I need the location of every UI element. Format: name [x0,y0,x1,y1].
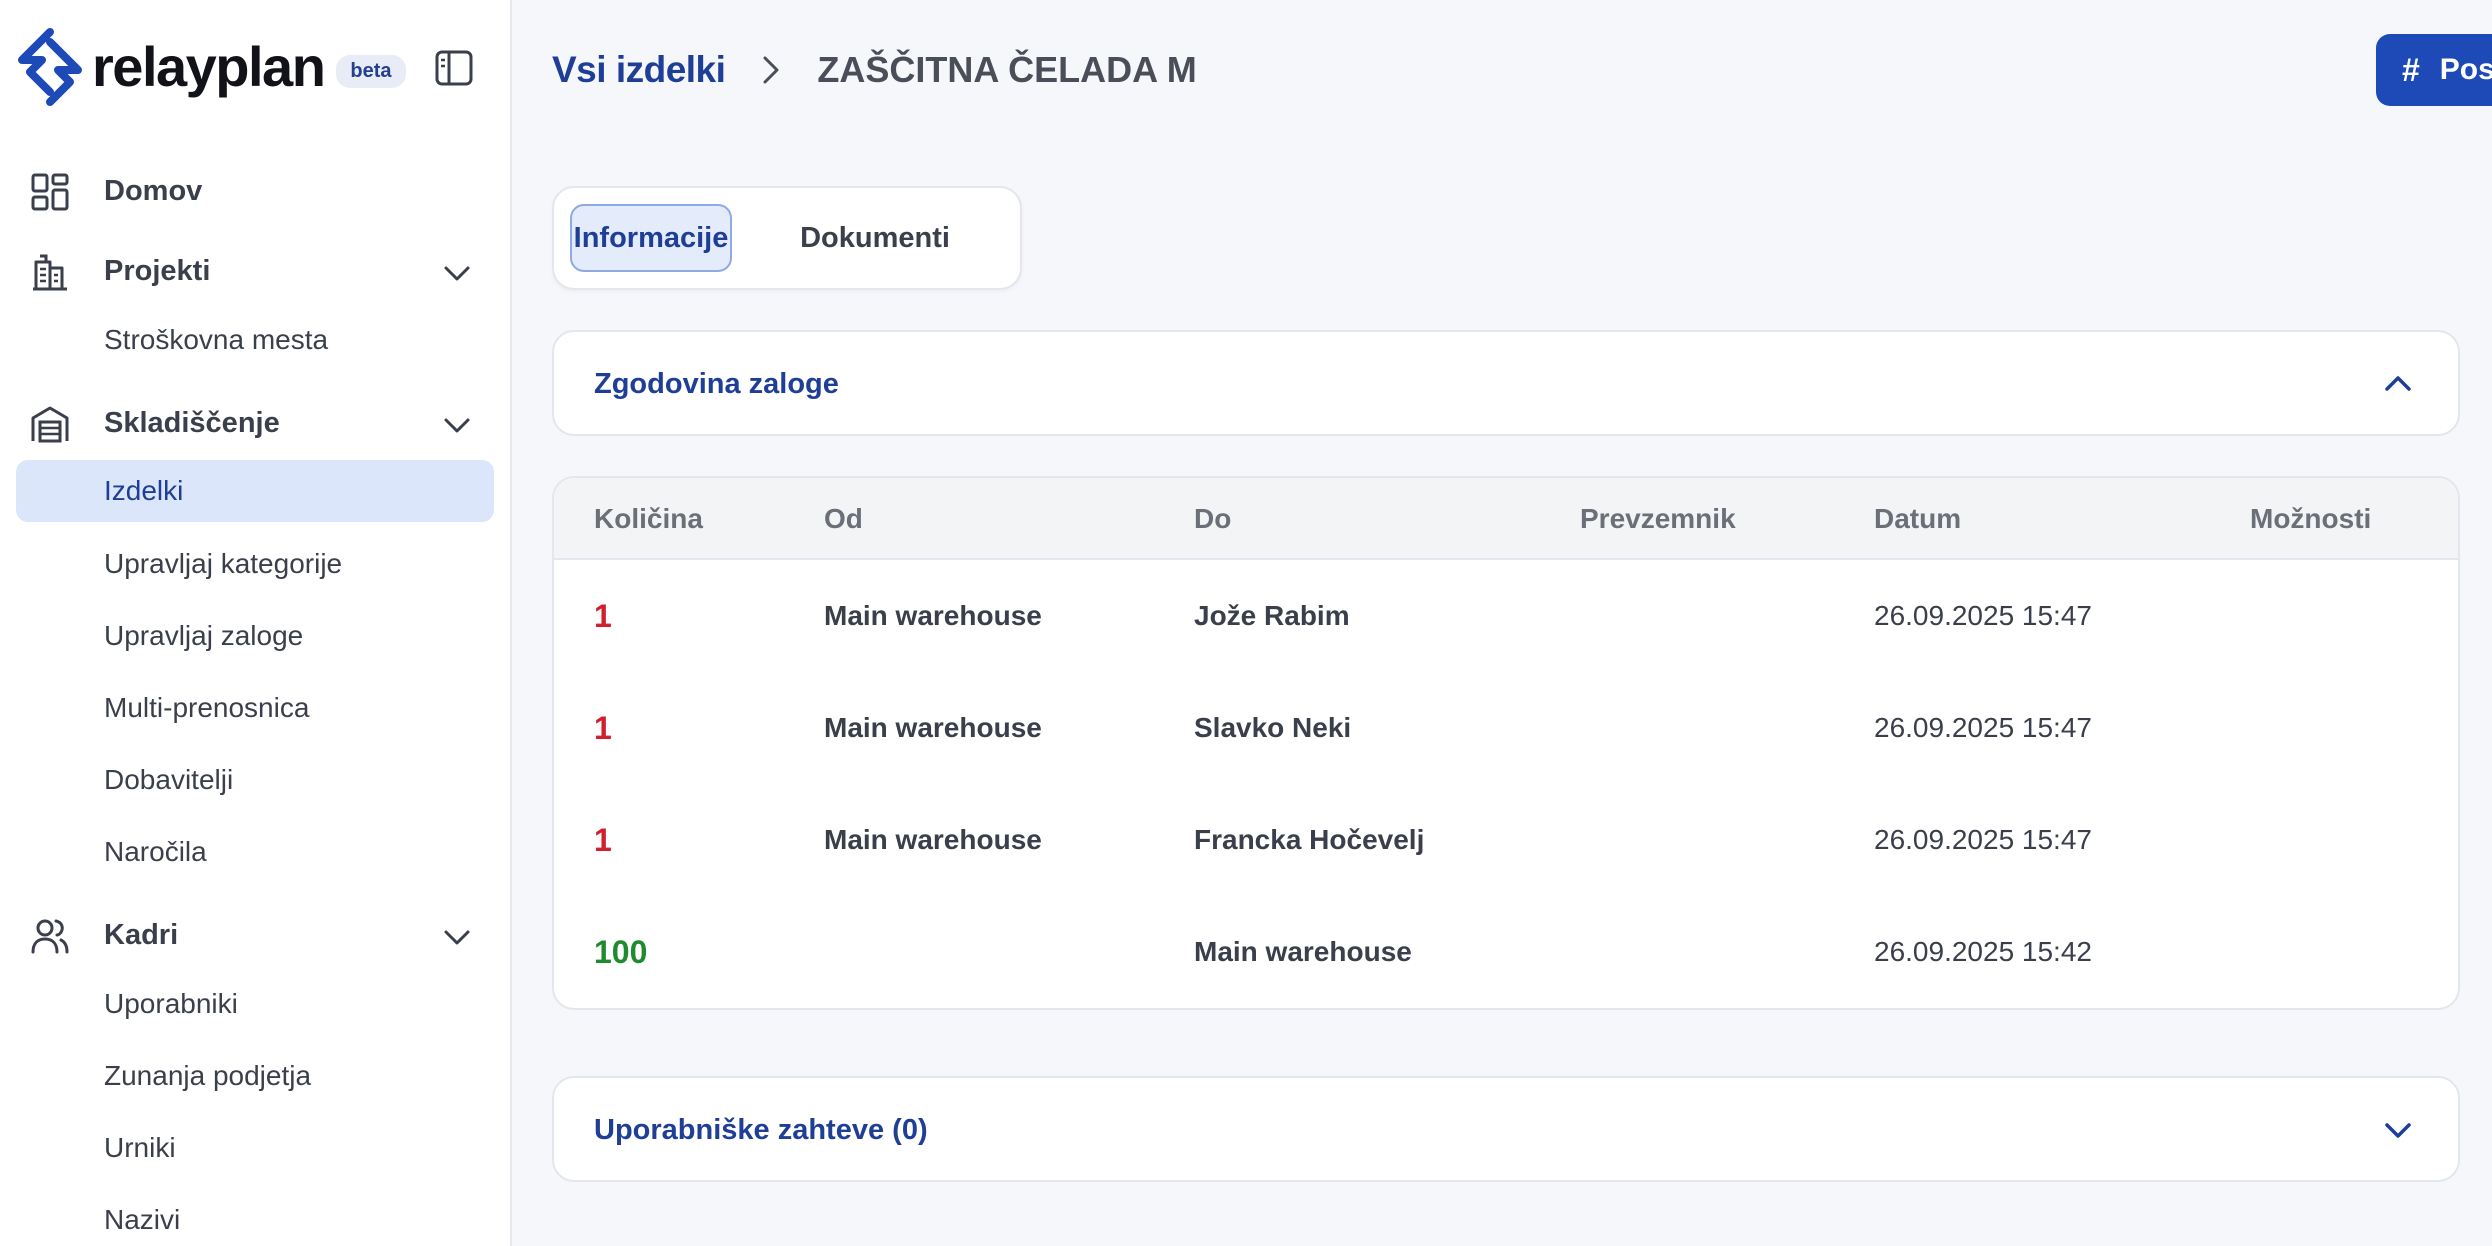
column-header-kolicina[interactable]: Količina [594,478,703,560]
top-action-button[interactable]: # Pos [2376,34,2492,106]
sidebar-item-label: Domov [104,174,203,207]
sidebar-item-narocila[interactable]: Naročila [104,821,207,883]
sidebar-item-domov[interactable]: Domov [0,156,512,226]
sidebar-item-label: Skladiščenje [104,406,280,439]
row-date: 26.09.2025 15:47 [1874,600,2092,631]
chevron-right-icon [763,56,779,84]
user-requests-panel: Uporabniške zahteve (0) [552,1076,2460,1182]
sidebar-item-label: Projekti [104,254,211,287]
sidebar-item-skladiscenje[interactable]: Skladiščenje [0,388,512,458]
table-row[interactable]: 1 Main warehouse Francka Hočevelj 26.09.… [554,784,2458,896]
sidebar: relayplan beta Domov Projekti Stroškovna… [0,0,512,1246]
column-header-datum[interactable]: Datum [1874,478,1961,560]
row-date: 26.09.2025 15:47 [1874,824,2092,855]
sidebar-item-upravljaj-zaloge[interactable]: Upravljaj zaloge [104,605,303,667]
chevron-down-icon[interactable] [440,408,474,442]
sidebar-item-izdelki-label[interactable]: Izdelki [104,460,183,522]
row-to: Slavko Neki [1194,712,1352,743]
row-quantity: 1 [594,709,612,746]
column-header-do[interactable]: Do [1194,478,1231,560]
table-header: Količina Od Do Prevzemnik Datum Možnosti [554,478,2458,560]
column-header-moznosti: Možnosti [2250,503,2372,534]
chevron-down-icon[interactable] [440,256,474,290]
tab-dokumenti[interactable]: Dokumenti [750,204,1000,272]
chevron-up-icon[interactable] [2380,366,2416,402]
sidebar-item-izdelki[interactable] [16,460,494,522]
column-header-od[interactable]: Od [824,478,863,560]
relayplan-logo-icon [18,28,82,106]
beta-badge: beta [336,54,406,88]
stock-history-panel: Zgodovina zaloge [552,330,2460,436]
row-from: Main warehouse [824,600,1042,631]
hash-icon: # [2402,51,2420,88]
sidebar-item-urniki[interactable]: Urniki [104,1117,176,1179]
chevron-down-icon[interactable] [2380,1112,2416,1148]
row-to: Francka Hočevelj [1194,824,1425,855]
row-date: 26.09.2025 15:42 [1874,936,2092,967]
sidebar-item-stroskovna-mesta[interactable]: Stroškovna mesta [104,309,328,371]
sidebar-item-label: Kadri [104,918,179,951]
table-row[interactable]: 1 Main warehouse Jože Rabim 26.09.2025 1… [554,560,2458,672]
warehouse-icon [31,406,69,443]
row-from: Main warehouse [824,824,1042,855]
table-row[interactable]: 1 Main warehouse Slavko Neki 26.09.2025 … [554,672,2458,784]
dashboard-grid-icon [31,173,69,211]
sidebar-item-kadri[interactable]: Kadri [0,900,512,970]
stock-history-table: Količina Od Do Prevzemnik Datum Možnosti… [552,476,2460,1010]
user-requests-title: Uporabniške zahteve (0) [594,1113,928,1146]
stock-history-title: Zgodovina zaloge [594,367,839,400]
user-requests-toggle[interactable]: Uporabniške zahteve (0) [554,1078,2458,1182]
stock-history-toggle[interactable]: Zgodovina zaloge [554,332,2458,436]
tab-bar: Informacije Dokumenti [552,186,1022,290]
sidebar-item-projekti[interactable]: Projekti [0,236,512,306]
row-quantity: 1 [594,821,612,858]
brand-name: relayplan [92,35,326,98]
row-quantity: 100 [594,933,648,970]
page-title: ZAŠČITNA ČELADA M [817,49,1197,90]
sidebar-item-zunanja-podjetja[interactable]: Zunanja podjetja [104,1045,311,1107]
brand[interactable]: relayplan beta [14,28,406,106]
sidebar-item-upravljaj-kategorije[interactable]: Upravljaj kategorije [104,533,342,595]
row-to: Main warehouse [1194,936,1412,967]
top-action-label: Pos [2439,53,2492,86]
sidebar-item-dobavitelji[interactable]: Dobavitelji [104,749,233,811]
column-header-prevzemnik[interactable]: Prevzemnik [1580,478,1736,560]
sidebar-item-multi-prenosnica[interactable]: Multi-prenosnica [104,677,309,739]
sidebar-item-nazivi[interactable]: Nazivi [104,1189,180,1246]
users-icon [31,919,69,954]
breadcrumb-root-link[interactable]: Vsi izdelki [552,49,726,91]
row-date: 26.09.2025 15:47 [1874,712,2092,743]
breadcrumb: Vsi izdelki ZAŠČITNA ČELADA M [552,42,1197,98]
chevron-down-icon[interactable] [440,920,474,954]
building-icon [33,254,67,291]
sidebar-toggle-icon[interactable] [434,48,474,88]
table-row[interactable]: 100 Main warehouse 26.09.2025 15:42 [554,896,2458,1008]
row-to: Jože Rabim [1194,600,1350,631]
tab-informacije[interactable]: Informacije [570,204,732,272]
row-from: Main warehouse [824,712,1042,743]
sidebar-item-uporabniki[interactable]: Uporabniki [104,973,238,1035]
row-quantity: 1 [594,597,612,634]
